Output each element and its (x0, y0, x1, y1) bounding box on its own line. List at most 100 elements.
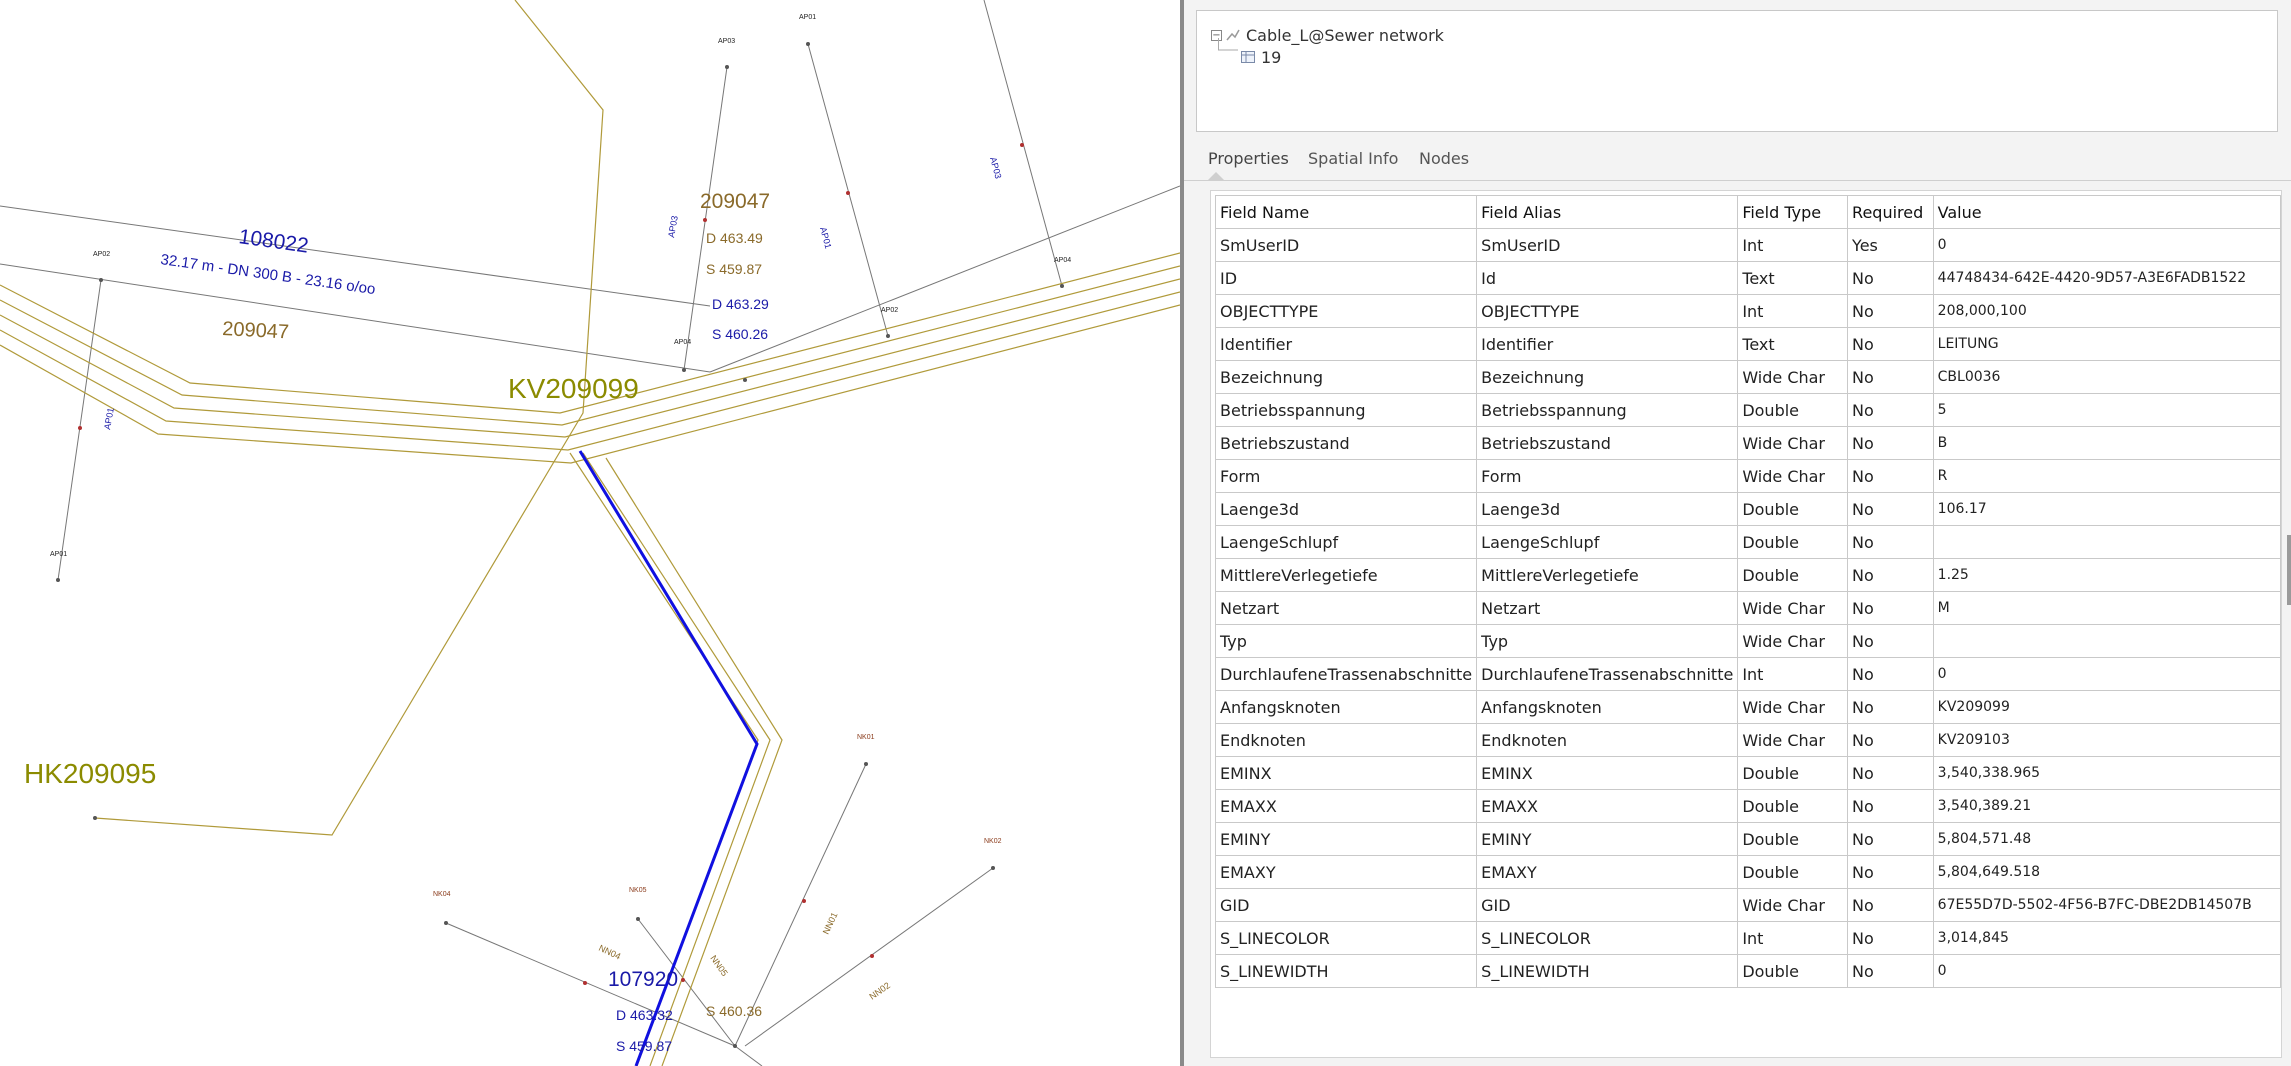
table-row[interactable]: ID Id Text No 44748434-642E-4420-9D57-A3E6FA… (1214, 261, 2282, 295)
value-cell[interactable]: 0 (1932, 657, 2282, 691)
svg-text:NK04: NK04 (433, 891, 451, 898)
tab-properties[interactable]: Properties (1208, 144, 1289, 174)
field-type-cell: Double (1737, 558, 1849, 592)
header-field-alias[interactable]: Field Alias (1476, 195, 1739, 229)
tab-spatial-info[interactable]: Spatial Info (1308, 144, 1398, 174)
depth-label: S 459.87 (616, 1038, 672, 1054)
value-cell[interactable]: M (1932, 591, 2282, 625)
value-cell[interactable]: 1.25 (1932, 558, 2282, 592)
required-cell: No (1847, 657, 1934, 691)
required-cell: No (1847, 690, 1934, 724)
header-field-type[interactable]: Field Type (1737, 195, 1849, 229)
header-required[interactable]: Required (1847, 195, 1934, 229)
table-row[interactable]: Betriebszustand Betriebszustand Wide Char N… (1214, 426, 2282, 460)
depth-label: S 460.26 (712, 326, 768, 342)
field-alias-cell: Netzart (1476, 591, 1739, 625)
required-cell: No (1847, 360, 1934, 394)
value-cell[interactable]: 3,540,389.21 (1932, 789, 2282, 823)
field-alias-cell: SmUserID (1476, 228, 1739, 262)
table-row[interactable]: Form Form Wide Char No R (1214, 459, 2282, 493)
field-name-cell: S_LINECOLOR (1214, 921, 1478, 955)
required-cell: Yes (1847, 228, 1934, 262)
table-row[interactable]: Betriebsspannung Betriebsspannung Double No… (1214, 393, 2282, 427)
pipe-line (57, 279, 102, 581)
table-row[interactable]: Laenge3d Laenge3d Double No 106.17 (1214, 492, 2282, 526)
value-cell[interactable]: 0 (1932, 954, 2282, 988)
map-view[interactable]: KV209099 HK209095 108022 32.17 m - DN 30… (0, 0, 1180, 1066)
pipe-id-label: 108022 (237, 225, 310, 258)
value-cell[interactable]: 208,000,100 (1932, 294, 2282, 328)
header-field-name[interactable]: Field Name (1214, 195, 1478, 229)
scrollbar-thumb[interactable] (2287, 535, 2291, 605)
table-row[interactable]: Anfangsknoten Anfangsknoten Wide Char No KV2… (1214, 690, 2282, 724)
value-cell[interactable] (1932, 525, 2282, 559)
field-type-cell: Wide Char (1737, 888, 1849, 922)
table-row[interactable]: S_LINEWIDTH S_LINEWIDTH Double No 0 (1214, 954, 2282, 988)
field-name-cell: Netzart (1214, 591, 1478, 625)
depth-label: D 463.32 (616, 1007, 673, 1023)
sewer-pipes (0, 0, 1180, 1066)
table-row[interactable]: DurchlaufeneTrassenabschnitte Durchlaufen… (1214, 657, 2282, 691)
svg-text:NK05: NK05 (629, 887, 647, 894)
value-cell[interactable]: 5,804,649.518 (1932, 855, 2282, 889)
required-cell: No (1847, 459, 1934, 493)
table-row[interactable]: Typ Typ Wide Char No (1214, 624, 2282, 658)
field-type-cell: Wide Char (1737, 591, 1849, 625)
value-cell[interactable]: 3,540,338.965 (1932, 756, 2282, 790)
field-type-cell: Wide Char (1737, 426, 1849, 460)
table-header-row: Field Name Field Alias Field Type Requir… (1214, 195, 2282, 229)
map-canvas[interactable]: KV209099 HK209095 108022 32.17 m - DN 30… (0, 0, 1180, 1066)
field-type-cell: Wide Char (1737, 459, 1849, 493)
required-cell: No (1847, 393, 1934, 427)
required-cell: No (1847, 888, 1934, 922)
table-row[interactable]: Endknoten Endknoten Wide Char No KV209103 (1214, 723, 2282, 757)
table-row[interactable]: Identifier Identifier Text No LEITUNG (1214, 327, 2282, 361)
field-type-cell: Double (1737, 789, 1849, 823)
node-points (56, 42, 1064, 1048)
required-cell: No (1847, 426, 1934, 460)
value-cell[interactable]: 44748434-642E-4420-9D57-A3E6FADB1522 (1932, 261, 2282, 295)
field-name-cell: EMINX (1214, 756, 1478, 790)
table-row[interactable]: Bezeichnung Bezeichnung Wide Char No CBL0036 (1214, 360, 2282, 394)
value-cell[interactable]: 67E55D7D-5502-4F56-B7FC-DBE2DB14507B (1932, 888, 2282, 922)
table-row[interactable]: GID GID Wide Char No 67E55D7D-5502-4F56-B7FC… (1214, 888, 2282, 922)
tree-record-node[interactable]: 19 (1241, 46, 1281, 68)
required-cell: No (1847, 921, 1934, 955)
table-row[interactable]: MittlereVerlegetiefe MittlereVerlegetiefe… (1214, 558, 2282, 592)
value-cell[interactable]: KV209103 (1932, 723, 2282, 757)
table-row[interactable]: EMAXY EMAXY Double No 5,804,649.518 (1214, 855, 2282, 889)
svg-text:NN04: NN04 (597, 943, 622, 962)
table-row[interactable]: OBJECTTYPE OBJECTTYPE Int No 208,000,100 (1214, 294, 2282, 328)
field-alias-cell: Laenge3d (1476, 492, 1739, 526)
tree-layer-node[interactable]: − Cable_L@Sewer network (1211, 24, 1444, 46)
table-row[interactable]: EMAXX EMAXX Double No 3,540,389.21 (1214, 789, 2282, 823)
value-cell[interactable]: LEITUNG (1932, 327, 2282, 361)
value-cell[interactable] (1932, 624, 2282, 658)
value-cell[interactable]: 5 (1932, 393, 2282, 427)
table-row[interactable]: LaengeSchlupf LaengeSchlupf Double No (1214, 525, 2282, 559)
value-cell[interactable]: B (1932, 426, 2282, 460)
value-cell[interactable]: 3,014,845 (1932, 921, 2282, 955)
field-alias-cell: LaengeSchlupf (1476, 525, 1739, 559)
required-cell: No (1847, 327, 1934, 361)
table-row[interactable]: S_LINECOLOR S_LINECOLOR Int No 3,014,845 (1214, 921, 2282, 955)
value-cell[interactable]: KV209099 (1932, 690, 2282, 724)
header-value[interactable]: Value (1932, 195, 2282, 229)
table-row[interactable]: Netzart Netzart Wide Char No M (1214, 591, 2282, 625)
tab-nodes[interactable]: Nodes (1419, 144, 1469, 174)
pipe-line (734, 1045, 763, 1066)
value-cell[interactable]: CBL0036 (1932, 360, 2282, 394)
value-cell[interactable]: R (1932, 459, 2282, 493)
table-row[interactable]: EMINY EMINY Double No 5,804,571.48 (1214, 822, 2282, 856)
table-row[interactable]: EMINX EMINX Double No 3,540,338.965 (1214, 756, 2282, 790)
field-name-cell: Form (1214, 459, 1478, 493)
svg-text:AP02: AP02 (93, 251, 110, 258)
table-row[interactable]: SmUserID SmUserID Int Yes 0 (1214, 228, 2282, 262)
pipe-id-label-2: 107920 (608, 968, 678, 991)
value-cell[interactable]: 106.17 (1932, 492, 2282, 526)
svg-text:AP01: AP01 (102, 407, 116, 430)
value-cell[interactable]: 5,804,571.48 (1932, 822, 2282, 856)
field-name-cell: MittlereVerlegetiefe (1214, 558, 1478, 592)
svg-text:AP01: AP01 (799, 14, 816, 21)
value-cell[interactable]: 0 (1932, 228, 2282, 262)
